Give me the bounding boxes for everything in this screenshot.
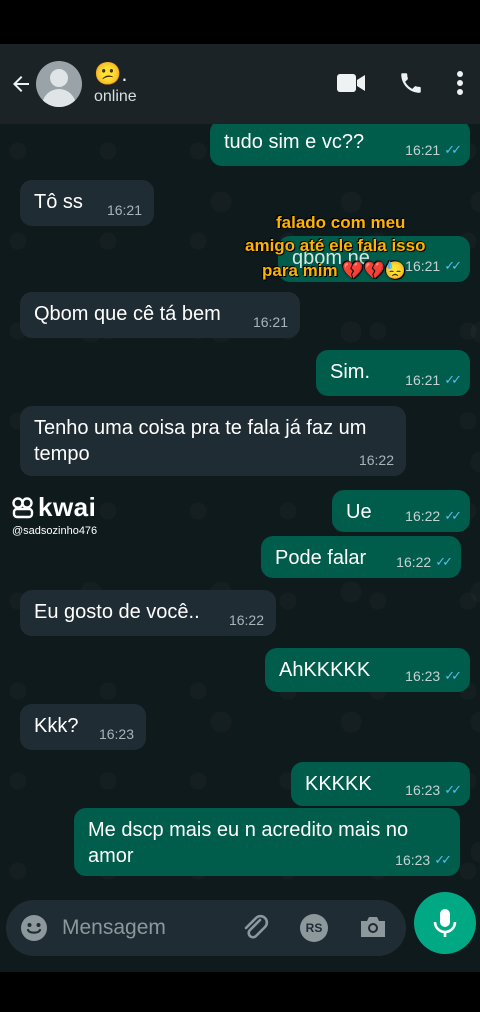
message-text: Me dscp mais eu n acredito mais no amor — [88, 819, 414, 867]
message-text: AhKKKKK — [279, 659, 371, 681]
message-time: 16:23 — [405, 782, 441, 798]
message-time: 16:23 — [405, 668, 441, 684]
read-ticks-icon: ✓✓ — [435, 554, 453, 569]
more-vert-icon[interactable] — [456, 70, 464, 96]
message-bubble[interactable]: tudo sim e vc?? 16:21 ✓✓ — [210, 124, 470, 166]
message-text: tudo sim e vc?? — [224, 131, 365, 153]
message-text: Sim. — [330, 361, 370, 383]
message-time: 16:22 — [228, 612, 264, 628]
mic-button[interactable] — [414, 892, 476, 954]
contact-info[interactable]: 😕. online — [94, 61, 137, 107]
message-time: 16:22 — [358, 452, 394, 468]
message-bubble[interactable]: Tô ss 16:21 — [20, 180, 154, 226]
message-input[interactable]: Mensagem RS — [6, 900, 406, 956]
phone-icon[interactable] — [398, 70, 424, 96]
message-text: Ue — [346, 501, 372, 523]
emoji-icon[interactable] — [20, 914, 48, 942]
rs-payment-icon[interactable]: RS — [300, 914, 328, 942]
avatar[interactable] — [36, 61, 82, 107]
read-ticks-icon: ✓✓ — [444, 372, 462, 387]
message-bubble[interactable]: KKKKK 16:23 ✓✓ — [291, 762, 470, 806]
message-bubble[interactable]: AhKKKKK 16:23 ✓✓ — [265, 648, 470, 692]
back-arrow-icon[interactable] — [8, 71, 34, 97]
message-time: 16:22 — [396, 554, 432, 570]
message-bubble[interactable]: Eu gosto de você.. 16:22 — [20, 590, 276, 636]
navigation-bar — [0, 972, 480, 1012]
message-time: 16:21 — [106, 202, 142, 218]
message-text: Pode falar — [275, 547, 367, 569]
message-bubble[interactable]: Me dscp mais eu n acredito mais no amor … — [74, 808, 460, 876]
message-time: 16:21 — [405, 372, 441, 388]
contact-name: 😕. — [94, 61, 128, 86]
kwai-watermark: kwai @sadsozinho476 — [12, 492, 97, 537]
mic-icon — [433, 909, 457, 937]
contact-status: online — [94, 88, 137, 105]
video-call-icon[interactable] — [336, 72, 366, 94]
message-text: Eu gosto de você.. — [34, 601, 200, 623]
read-ticks-icon: ✓✓ — [444, 508, 462, 523]
chat-header: 😕. online — [0, 44, 480, 124]
kwai-logo-icon — [12, 496, 34, 518]
message-text: KKKKK — [305, 773, 372, 795]
read-ticks-icon: ✓✓ — [444, 668, 462, 683]
message-time: 16:21 — [405, 142, 441, 158]
message-placeholder: Mensagem — [62, 916, 166, 939]
message-bubble[interactable]: Qbom que cê tá bem 16:21 — [20, 292, 300, 338]
message-bubble[interactable]: Tenho uma coisa pra te fala já faz um te… — [20, 406, 406, 476]
message-text: Tô ss — [34, 191, 83, 213]
kwai-handle: @sadsozinho476 — [12, 525, 98, 537]
message-time: 16:22 — [405, 508, 441, 524]
read-ticks-icon: ✓✓ — [444, 258, 462, 273]
read-ticks-icon: ✓✓ — [434, 852, 452, 867]
message-bubble[interactable]: Sim. 16:21 ✓✓ — [316, 350, 470, 396]
message-time: 16:23 — [395, 852, 431, 868]
read-ticks-icon: ✓✓ — [444, 142, 462, 157]
status-bar — [0, 0, 480, 44]
message-bubble[interactable]: Pode falar 16:22 ✓✓ — [261, 536, 461, 578]
kwai-logo-text: kwai — [38, 492, 97, 522]
message-time: 16:23 — [98, 726, 134, 742]
camera-icon[interactable] — [358, 913, 388, 941]
overlay-caption-line3: para mim 💔💔😓 — [262, 261, 406, 280]
read-ticks-icon: ✓✓ — [444, 782, 462, 797]
input-bar: Mensagem RS — [0, 892, 480, 972]
overlay-caption-line2: amigo até ele fala isso — [245, 236, 426, 255]
message-text: Qbom que cê tá bem — [34, 303, 221, 325]
message-text: Tenho uma coisa pra te fala já faz um te… — [34, 417, 372, 465]
message-time: 16:21 — [252, 314, 288, 330]
message-time: 16:21 — [405, 258, 441, 274]
message-text: Kkk? — [34, 715, 79, 737]
message-bubble[interactable]: Ue 16:22 ✓✓ — [332, 490, 470, 532]
overlay-caption-line1: falado com meu — [276, 213, 406, 232]
message-bubble[interactable]: Kkk? 16:23 — [20, 704, 146, 750]
attach-icon[interactable] — [240, 912, 270, 942]
